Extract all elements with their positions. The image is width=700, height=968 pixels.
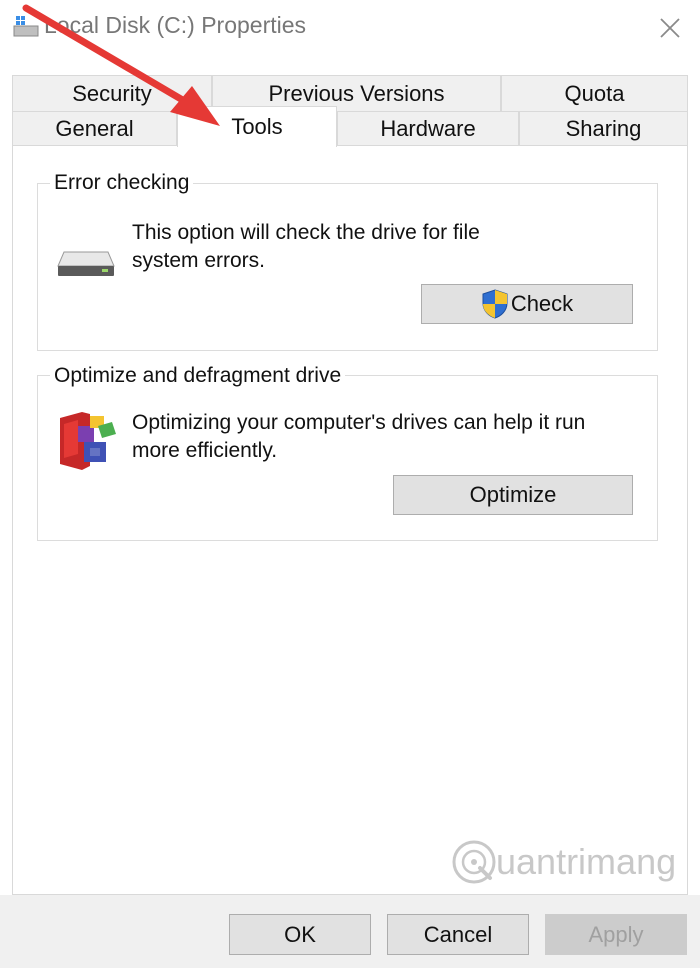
- error-checking-description-line1: This option will check the drive for fil…: [132, 221, 480, 244]
- cancel-button[interactable]: Cancel: [387, 914, 529, 955]
- shield-icon: [482, 289, 508, 319]
- error-checking-title: Error checking: [50, 171, 194, 195]
- optimize-description-line2: more efficiently.: [132, 439, 278, 462]
- tab-general[interactable]: General: [12, 111, 177, 146]
- watermark-logo-icon: [452, 840, 496, 884]
- watermark-text: uantrimang: [496, 841, 677, 882]
- close-icon: [660, 18, 680, 38]
- title-bar: Local Disk (C:) Properties: [0, 0, 700, 56]
- optimize-description: Optimizing your computer's drives can he…: [132, 409, 585, 465]
- close-button[interactable]: [640, 0, 700, 56]
- optimize-button-label: Optimize: [469, 482, 557, 507]
- tab-hardware[interactable]: Hardware: [337, 111, 519, 146]
- apply-button[interactable]: Apply: [545, 914, 687, 955]
- defrag-icon: [54, 408, 118, 477]
- watermark: uantrimang: [450, 838, 676, 886]
- optimize-description-line1: Optimizing your computer's drives can he…: [132, 411, 586, 434]
- window-title: Local Disk (C:) Properties: [44, 12, 307, 38]
- tab-sharing[interactable]: Sharing: [519, 111, 688, 146]
- optimize-title: Optimize and defragment drive: [50, 364, 346, 388]
- optimize-button[interactable]: Optimize: [393, 475, 633, 515]
- tab-tools[interactable]: Tools: [177, 106, 337, 147]
- drive-app-icon: [12, 14, 42, 42]
- check-button-label: Check: [510, 291, 574, 316]
- drive-icon: [56, 246, 116, 285]
- error-checking-description: This option will check the drive for fil…: [132, 219, 480, 275]
- error-checking-description-line2: system errors.: [132, 249, 266, 272]
- tab-quota[interactable]: Quota: [501, 75, 688, 112]
- check-button[interactable]: Check: [421, 284, 633, 324]
- ok-button[interactable]: OK: [229, 914, 371, 955]
